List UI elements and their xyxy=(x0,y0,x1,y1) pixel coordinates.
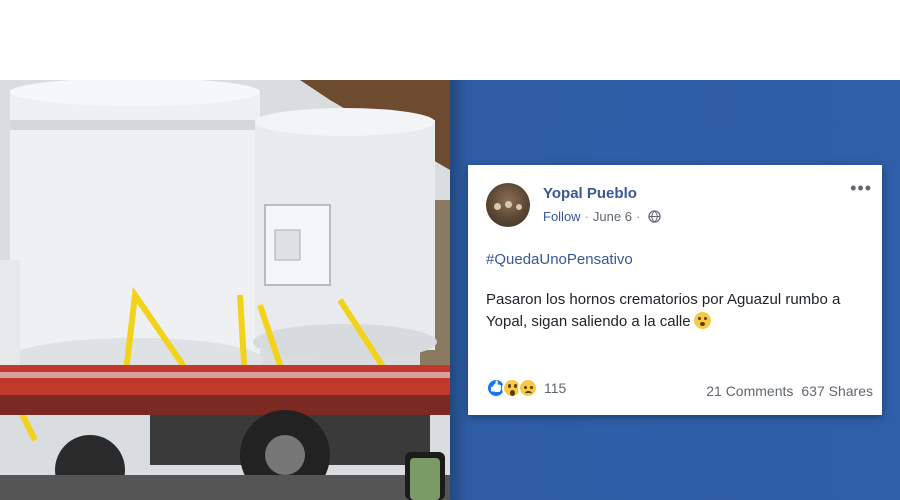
facebook-post-card: Yopal Pueblo Follow · June 6 · ••• #Qued… xyxy=(468,165,882,415)
post-meta: Follow · June 6 · xyxy=(543,209,661,224)
shares-count-link[interactable]: 637 Shares xyxy=(801,383,873,399)
comments-count-link[interactable]: 21 Comments xyxy=(706,383,793,399)
hashtag-link[interactable]: #QuedaUnoPensativo xyxy=(486,251,633,268)
avatar[interactable] xyxy=(486,183,530,227)
top-whitespace xyxy=(0,0,900,80)
globe-icon xyxy=(648,210,661,223)
meta-separator: · xyxy=(584,209,589,224)
truck-photo-illustration xyxy=(0,80,450,500)
page-name-link[interactable]: Yopal Pueblo xyxy=(543,185,637,202)
engagement-counts: 21 Comments 637 Shares xyxy=(706,383,873,399)
reaction-count: 115 xyxy=(544,380,567,396)
truck-photo xyxy=(0,80,450,500)
follow-button[interactable]: Follow xyxy=(543,209,581,224)
sad-face-emoji-icon xyxy=(693,312,711,329)
post-date[interactable]: June 6 xyxy=(593,209,632,224)
post-text-container: Pasaron los hornos crematorios por Aguaz… xyxy=(486,289,871,333)
more-options-icon[interactable]: ••• xyxy=(850,179,872,197)
post-text: Pasaron los hornos crematorios por Aguaz… xyxy=(486,291,841,330)
reactions-summary[interactable]: 115 xyxy=(486,378,566,398)
sad-icon xyxy=(518,378,538,398)
meta-separator-2: · xyxy=(635,209,641,224)
